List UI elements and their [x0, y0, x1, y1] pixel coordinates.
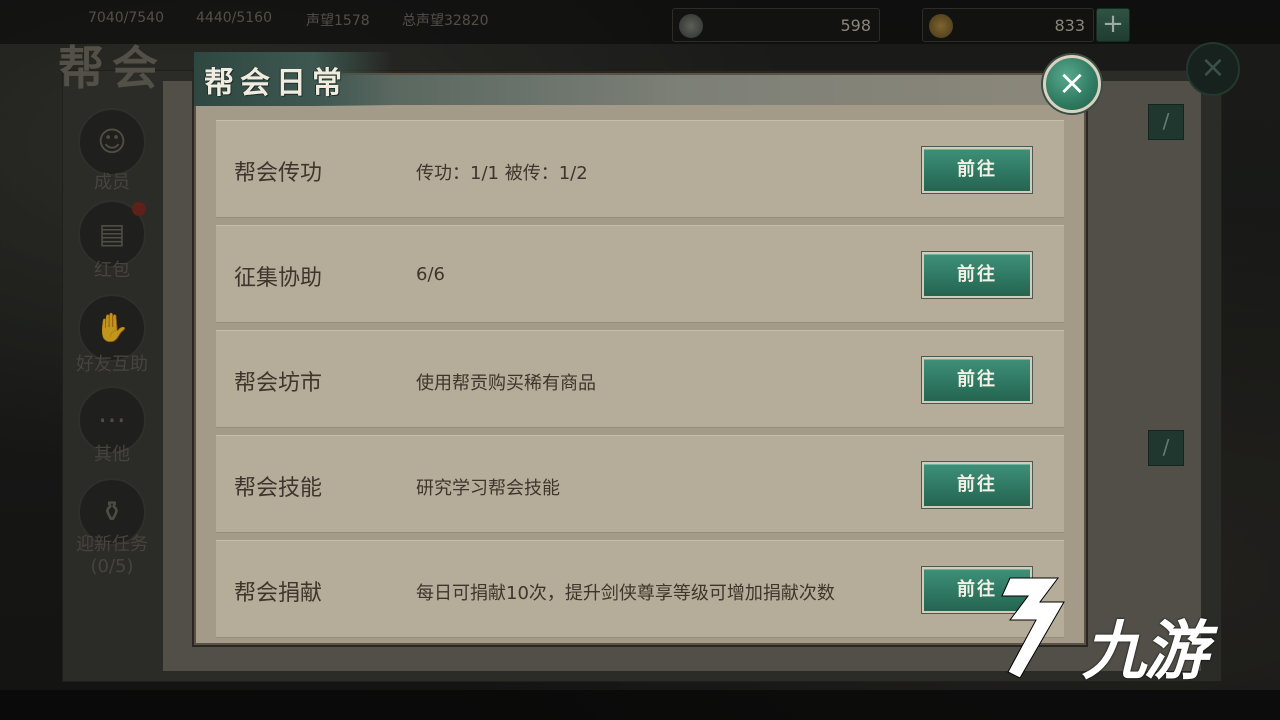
task-desc: 使用帮贡购买稀有商品 [416, 373, 596, 394]
task-row: 帮会传功 传功：1/1 被传：1/2 前往 [216, 120, 1064, 218]
task-name: 帮会捐献 [234, 581, 323, 606]
task-name: 帮会坊市 [234, 371, 323, 396]
task-row: 帮会坊市 使用帮贡购买稀有商品 前往 [216, 330, 1064, 428]
jiuyou-logo-icon [1001, 577, 1065, 679]
task-name: 帮会传功 [234, 161, 323, 186]
task-name: 帮会技能 [234, 476, 323, 501]
close-button[interactable]: × [1043, 55, 1101, 113]
task-row: 征集协助 6/6 前往 [216, 225, 1064, 323]
task-name: 征集协助 [234, 266, 323, 291]
task-desc: 研究学习帮会技能 [416, 478, 560, 499]
go-button[interactable]: 前往 [922, 462, 1032, 508]
task-row: 帮会捐献 每日可捐献10次，提升剑侠尊享等级可增加捐献次数 前往 [216, 540, 1064, 638]
task-desc: 6/6 [416, 264, 445, 285]
go-button[interactable]: 前往 [922, 357, 1032, 403]
task-desc: 传功：1/1 被传：1/2 [416, 163, 588, 184]
go-button[interactable]: 前往 [922, 147, 1032, 193]
task-desc: 每日可捐献10次，提升剑侠尊享等级可增加捐献次数 [416, 583, 835, 604]
go-button[interactable]: 前往 [922, 252, 1032, 298]
task-row: 帮会技能 研究学习帮会技能 前往 [216, 435, 1064, 533]
watermark-text: 九游 [1082, 615, 1208, 689]
dialog-title: 帮会日常 [204, 66, 348, 101]
